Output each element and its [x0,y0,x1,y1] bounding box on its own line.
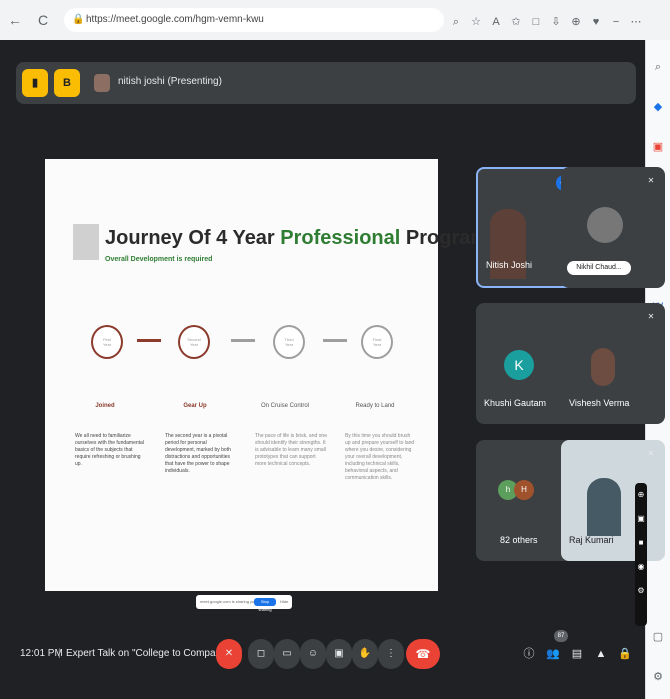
people-icon[interactable]: 👥 [545,646,561,662]
presenter-avatar [94,74,110,92]
participant-count-badge: 87 [554,630,568,642]
participant-name: Nikhil Chaud... [567,261,631,275]
stage-label: Gear Up [183,403,207,409]
lock-icon: 🔒 [72,14,85,25]
slide-title-part: Journey Of 4 Year [105,227,281,249]
raise-hand-button[interactable]: ✋ [352,639,378,669]
participant-tile[interactable]: ✕ Raj Kumari [561,440,665,561]
participant-name: Khushi Gautam [484,398,547,408]
browser-icon[interactable]: A [486,16,506,28]
mic-off-icon: ✕ [647,312,655,321]
browser-extension-icons: ⌕ ☆ A ✩ □ ⇩ ⊕ ♥ − ⋯ [446,12,646,30]
floating-control-icon[interactable]: ⚙ [635,579,647,603]
bookmark-icon[interactable]: ◆ [651,100,665,114]
stage-inner-label: Final Year [372,337,382,347]
meeting-details-icon[interactable]: ⓘ [521,646,537,662]
floating-control-icon[interactable]: ■ [635,531,647,555]
stage-circle: First Year [91,325,123,359]
camera-toggle-button[interactable]: ◻ [248,639,274,669]
present-button[interactable]: ▣ [326,639,352,669]
mic-off-icon: ✕ [647,449,655,458]
browser-icon[interactable]: ✩ [506,15,526,28]
more-options-button[interactable]: ⋮ [378,639,404,669]
stage-description: We all need to familiarize ourselves wit… [75,433,144,467]
participant-name: Raj Kumari [569,535,614,545]
browser-icon[interactable]: − [606,16,626,28]
search-icon[interactable]: ⌕ [651,60,665,74]
stage-connector [231,339,255,342]
meeting-title: Expert Talk on "College to Compan... [66,648,230,659]
stage-circle: Third Year [273,325,305,359]
shopping-icon[interactable]: ▣ [651,140,665,154]
floating-control-icon[interactable]: ⊕ [635,483,647,507]
floating-control-icon[interactable]: ▣ [635,507,647,531]
stage-connector [137,339,161,342]
stage-label: Ready to Land [355,403,395,409]
floating-control-icon[interactable]: ◉ [635,555,647,579]
bottom-control-bar: 12:01 PM | Expert Talk on "College to Co… [0,610,645,699]
browser-icon[interactable]: ⋯ [626,15,646,28]
stage-inner-label: Third Year [284,337,294,347]
slide-title: Journey Of 4 Year Professional Program [105,227,488,250]
mic-toggle-button[interactable]: ✕ [216,639,242,669]
others-count: 82 others [500,535,538,545]
stage-label: Joined [95,403,115,409]
slide-logo [73,224,99,260]
captions-button[interactable]: ▭ [274,639,300,669]
slide-title-part: Program [400,227,489,249]
hide-button[interactable]: Hide [280,599,288,604]
participant-name: Nitish Joshi [486,260,533,270]
stage-circle: Final Year [361,325,393,359]
separator: | [58,648,61,659]
shared-screen-slide: Journey Of 4 Year Professional Program O… [45,159,488,591]
stop-sharing-button[interactable]: Stop sharing [254,598,276,612]
participant-avatar: H [514,480,534,500]
host-controls-icon[interactable]: 🔒 [617,646,633,662]
participant-photo [591,348,615,386]
sidebar-toggle-icon[interactable]: ▢ [651,630,665,644]
browser-icon[interactable]: ⊕ [566,15,586,28]
presentation-button[interactable]: B [54,69,80,97]
stage-connector [323,339,347,342]
participant-photo [587,207,623,243]
floating-controls: ⊕ ▣ ■ ◉ ⚙ [635,483,647,626]
presenter-bar: ▮ B nitish joshi (Presenting) [16,62,636,104]
end-call-button[interactable]: ☎ [406,639,440,669]
mic-off-icon: ✕ [647,176,655,185]
participant-avatar: K [504,350,534,380]
participant-tile[interactable]: ✕ Vishesh Verma [561,303,665,424]
participant-tile[interactable]: ✕ Nikhil Chaud... [561,167,665,288]
browser-toolbar: ← C 🔒 https://meet.google.com/hgm-vemn-k… [0,0,670,41]
reload-button[interactable]: C [34,11,52,29]
stage-label: On Cruise Control [260,403,310,409]
reactions-button[interactable]: ☺ [300,639,326,669]
clock: 12:01 PM [20,648,63,659]
back-button[interactable]: ← [6,11,24,29]
stage-description: By this time you should brush up and pre… [345,433,415,481]
meet-window: ▮ B nitish joshi (Presenting) Journey Of… [0,40,665,699]
stage-inner-label: First Year [102,337,112,347]
stage-description: The pace of life is brisk, and one shoul… [255,433,327,467]
browser-icon[interactable]: ⇩ [546,15,566,28]
browser-icon[interactable]: ♥ [586,16,606,28]
activities-icon[interactable]: ▲ [593,646,609,662]
pin-button[interactable]: ▮ [22,69,48,97]
sharing-notice: meet.google.com is sharing your screen. … [196,595,292,612]
slide-title-highlight: Professional [280,227,401,249]
participant-name: Vishesh Verma [569,398,630,408]
stage-description: The second year is a pivotal period for … [165,433,231,474]
slide-subtitle: Overall Development is required [105,256,213,263]
browser-icon[interactable]: □ [526,16,546,28]
browser-icon[interactable]: ☆ [466,15,486,28]
url-text: https://meet.google.com/hgm-vemn-kwu [86,14,264,25]
browser-icon[interactable]: ⌕ [446,16,466,29]
chat-icon[interactable]: ▤ [569,646,585,662]
address-bar[interactable]: 🔒 https://meet.google.com/hgm-vemn-kwu [64,8,444,32]
stage-circle: Second Year [178,325,210,359]
stage-inner-label: Second Year [187,337,201,347]
presenter-name: nitish joshi (Presenting) [118,76,222,87]
settings-icon[interactable]: ⚙ [651,670,665,684]
participant-video [587,478,621,536]
